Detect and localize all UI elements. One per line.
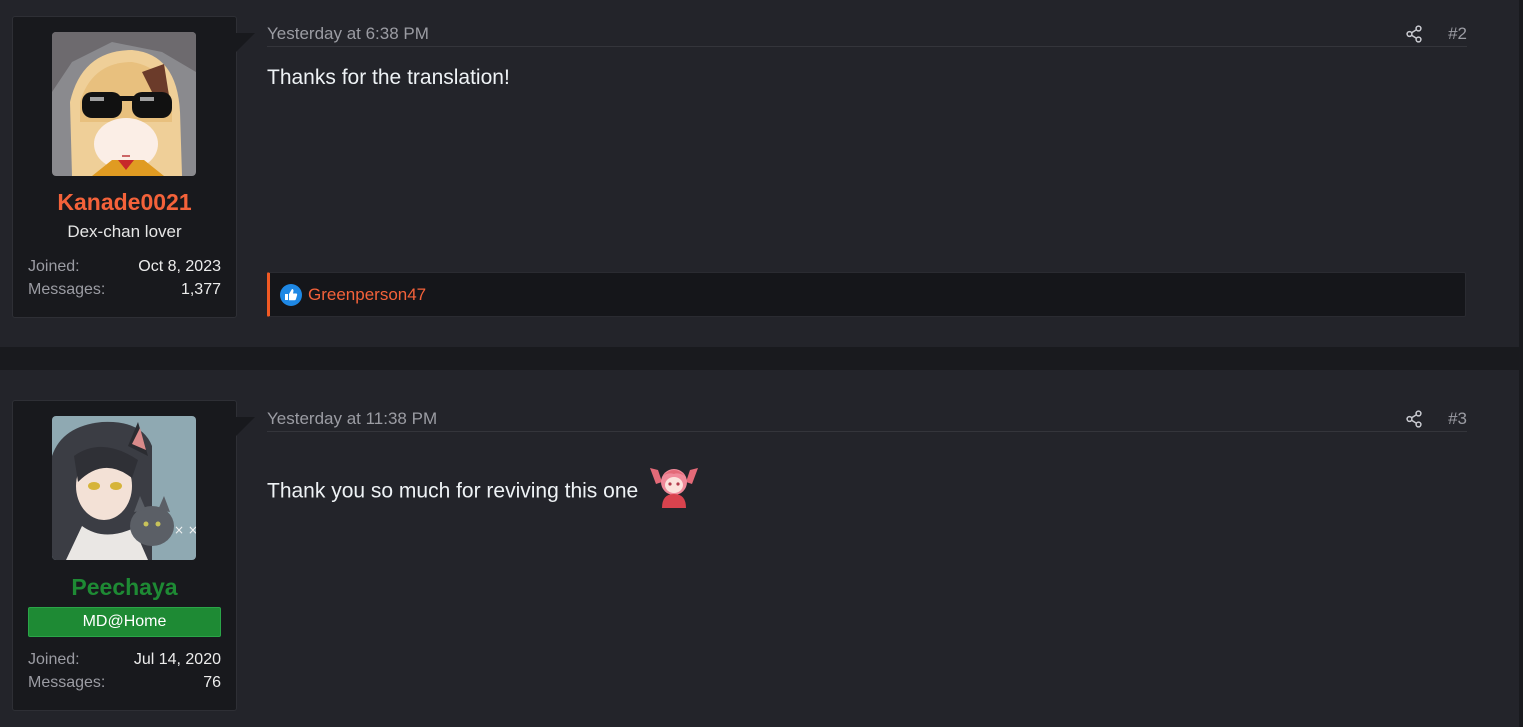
reaction-user-link[interactable]: Greenperson47: [308, 285, 426, 305]
messages-label: Messages:: [28, 674, 106, 691]
like-icon: [280, 284, 302, 306]
user-banner: MD@Home: [28, 607, 221, 637]
messages-row: Messages: 1,377: [28, 281, 221, 299]
username[interactable]: Peechaya: [13, 574, 236, 601]
user-info-panel: × × Peechaya MD@Home Joined: Jul 14, 202…: [12, 400, 255, 711]
post-timestamp[interactable]: Yesterday at 11:38 PM: [267, 409, 437, 429]
messages-count[interactable]: 76: [203, 674, 221, 692]
post-header: Yesterday at 11:38 PM #3: [267, 401, 1467, 432]
post-3: × × Peechaya MD@Home Joined: Jul 14, 202…: [0, 370, 1519, 727]
joined-date: Oct 8, 2023: [138, 258, 221, 275]
avatar-image: [52, 32, 196, 176]
username[interactable]: Kanade0021: [13, 189, 236, 216]
speech-arrow: [235, 33, 255, 53]
user-title: Dex-chan lover: [67, 222, 182, 241]
post-timestamp[interactable]: Yesterday at 6:38 PM: [267, 24, 429, 44]
post-header: Yesterday at 6:38 PM #2: [267, 16, 1467, 47]
avatar-image: × ×: [52, 416, 196, 560]
svg-text:× ×: × ×: [174, 523, 196, 537]
joined-row: Joined: Oct 8, 2023: [28, 258, 221, 276]
avatar[interactable]: [52, 32, 196, 176]
share-icon[interactable]: [1405, 25, 1423, 43]
joined-date: Jul 14, 2020: [133, 651, 221, 668]
user-info-panel: Kanade0021 Dex-chan lover Joined: Oct 8,…: [12, 16, 255, 318]
messages-label: Messages:: [28, 281, 106, 298]
post-message: Thanks for the translation!: [267, 66, 510, 89]
cheering-girl-emoji-icon: [650, 468, 699, 508]
post-2: Kanade0021 Dex-chan lover Joined: Oct 8,…: [0, 0, 1519, 347]
reactions-bar: Greenperson47: [267, 272, 1466, 317]
post-number[interactable]: #3: [1448, 409, 1467, 429]
joined-label: Joined:: [28, 651, 80, 668]
messages-count[interactable]: 1,377: [181, 281, 221, 299]
post-message: Thank you so much for reviving this one: [267, 468, 700, 516]
share-icon[interactable]: [1405, 410, 1423, 428]
avatar[interactable]: × ×: [52, 416, 196, 560]
post-number[interactable]: #2: [1448, 24, 1467, 44]
joined-label: Joined:: [28, 258, 80, 275]
joined-row: Joined: Jul 14, 2020: [28, 651, 221, 669]
messages-row: Messages: 76: [28, 674, 221, 692]
post-message-text: Thank you so much for reviving this one: [267, 479, 639, 503]
speech-arrow: [235, 417, 255, 437]
